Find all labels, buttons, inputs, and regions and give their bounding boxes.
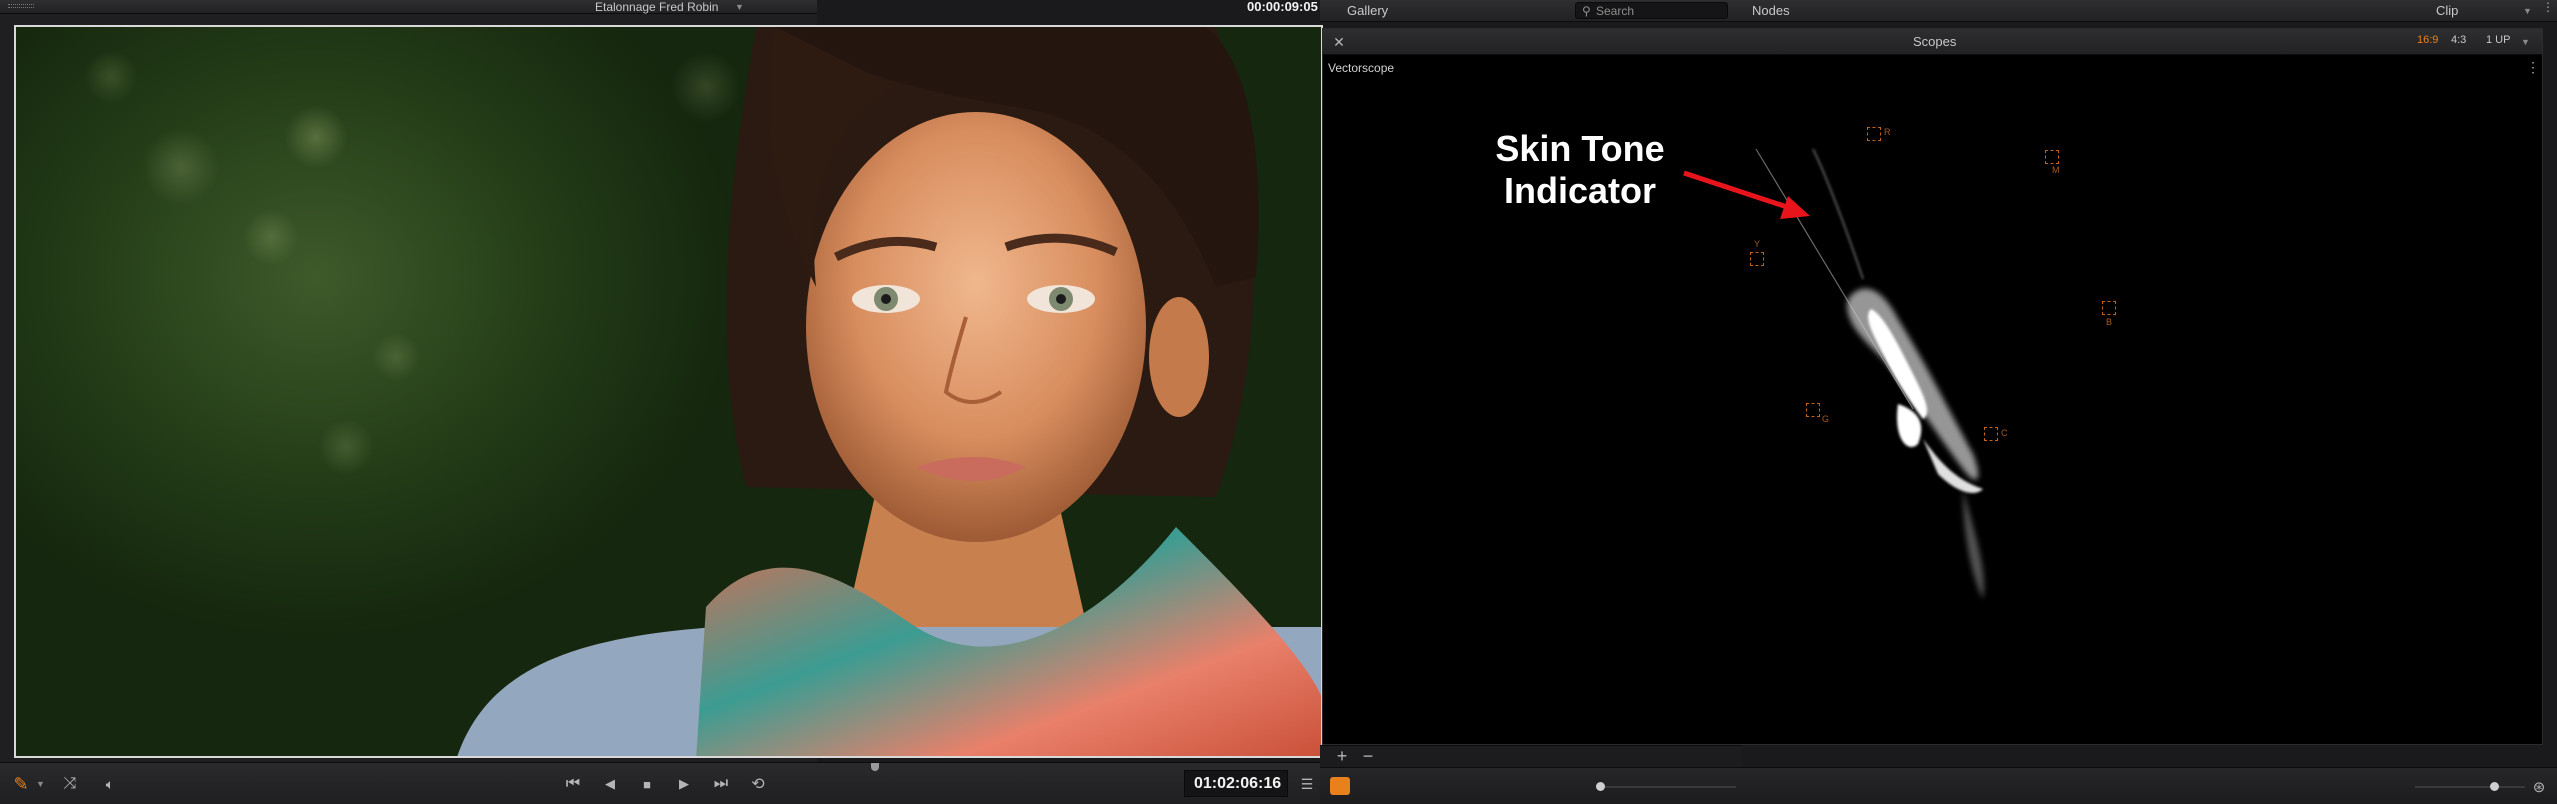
- nodes-title[interactable]: Nodes: [1752, 3, 1790, 18]
- target-cyan-label: C: [2001, 428, 2008, 438]
- step-back-icon[interactable]: ◀: [597, 773, 623, 795]
- target-green: [1806, 403, 1820, 417]
- target-yellow-label: Y: [1754, 239, 1761, 249]
- target-magenta: [2045, 150, 2059, 164]
- gallery-header: Gallery ⚲ Search: [1320, 0, 1742, 22]
- search-placeholder: Search: [1596, 4, 1635, 18]
- chevron-down-icon[interactable]: ▼: [36, 779, 45, 789]
- skip-to-start-icon[interactable]: ⏮︎: [560, 773, 586, 795]
- viewer-header: Etalonnage Fred Robin ▼ 00:00:09:05: [0, 0, 1318, 14]
- annotation-line-2: Indicator: [1503, 170, 1656, 211]
- portrait-figure: [457, 27, 1321, 756]
- playhead-marker[interactable]: [871, 763, 879, 771]
- target-blue: [2102, 301, 2116, 315]
- gallery-footer: + −: [1320, 745, 1742, 767]
- viewer-options-icon[interactable]: ☰: [1296, 773, 1318, 795]
- target-red-label: R: [1884, 127, 1891, 137]
- layout-selector[interactable]: 1 UP: [2486, 34, 2510, 46]
- aspect-4-3-button[interactable]: 4:3: [2451, 34, 2466, 46]
- target-yellow: [1750, 252, 1764, 266]
- chevron-down-icon[interactable]: ▼: [2521, 37, 2530, 47]
- volume-icon[interactable]: 🔈︎: [98, 773, 122, 795]
- gallery-zoom-slider[interactable]: [1596, 782, 1736, 791]
- shuffle-icon[interactable]: ⤨: [58, 773, 82, 795]
- more-options-icon[interactable]: ⋮: [2542, 1, 2554, 13]
- target-cyan: [1984, 427, 1998, 441]
- slider-thumb[interactable]: [2490, 782, 2499, 791]
- gallery-title[interactable]: Gallery: [1347, 3, 1388, 18]
- chevron-down-icon[interactable]: ▼: [2523, 6, 2532, 16]
- chevron-down-icon[interactable]: ▼: [735, 0, 744, 14]
- target-magenta-label: M: [2052, 165, 2060, 175]
- drag-grip-icon[interactable]: [8, 4, 34, 8]
- clip-selector[interactable]: Clip: [2436, 3, 2458, 18]
- close-icon[interactable]: ✕: [1329, 32, 1349, 52]
- aspect-16-9-button[interactable]: 16:9: [2417, 34, 2438, 46]
- loop-icon[interactable]: ⟲: [745, 773, 771, 795]
- viewer-canvas: [0, 14, 1323, 762]
- nodes-header: Nodes Clip ▼ ⋮: [1742, 0, 2557, 22]
- scopes-title-bar: ✕ Scopes 16:9 4:3 1 UP ▼: [1323, 29, 2542, 55]
- annotation-line-1: Skin Tone: [1495, 128, 1665, 169]
- lower-toolbar: ⊛: [1320, 767, 2557, 804]
- record-timecode-box: 01:02:06:16: [1184, 770, 1288, 797]
- skip-to-end-icon[interactable]: ⏭︎: [708, 773, 734, 795]
- viewer-transport-bar: ✎ ▼ ⤨ 🔈︎ ⏮︎ ◀ ■ ▶ ⏭︎ ⟲ 01:02:06:16 ☰: [0, 762, 1320, 804]
- still-gallery-icon[interactable]: [1330, 777, 1350, 795]
- scopes-title: Scopes: [1913, 34, 1957, 49]
- record-timecode: 01:02:06:16: [1194, 775, 1282, 792]
- target-red: [1867, 127, 1881, 141]
- remove-icon[interactable]: −: [1358, 746, 1378, 766]
- viewer-image[interactable]: [14, 25, 1323, 758]
- project-title[interactable]: Etalonnage Fred Robin: [595, 0, 718, 14]
- target-blue-label: B: [2106, 317, 2113, 327]
- node-editor-icon[interactable]: ⊛: [2528, 776, 2550, 798]
- annotation-text: Skin Tone Indicator: [1465, 128, 1695, 212]
- add-icon[interactable]: +: [1332, 746, 1352, 766]
- skin-tone-line: [1755, 148, 1914, 410]
- nodes-zoom-slider[interactable]: [2415, 782, 2525, 791]
- source-timecode: 00:00:09:05: [1247, 0, 1318, 14]
- play-icon[interactable]: ▶: [671, 773, 697, 795]
- vectorscope-trace: [1812, 148, 1984, 599]
- color-picker-icon[interactable]: ✎: [10, 773, 32, 795]
- slider-thumb[interactable]: [1596, 782, 1605, 791]
- target-green-label: G: [1822, 414, 1830, 424]
- gallery-search[interactable]: ⚲ Search: [1575, 2, 1728, 19]
- stop-icon[interactable]: ■: [634, 773, 660, 795]
- search-icon: ⚲: [1582, 4, 1591, 18]
